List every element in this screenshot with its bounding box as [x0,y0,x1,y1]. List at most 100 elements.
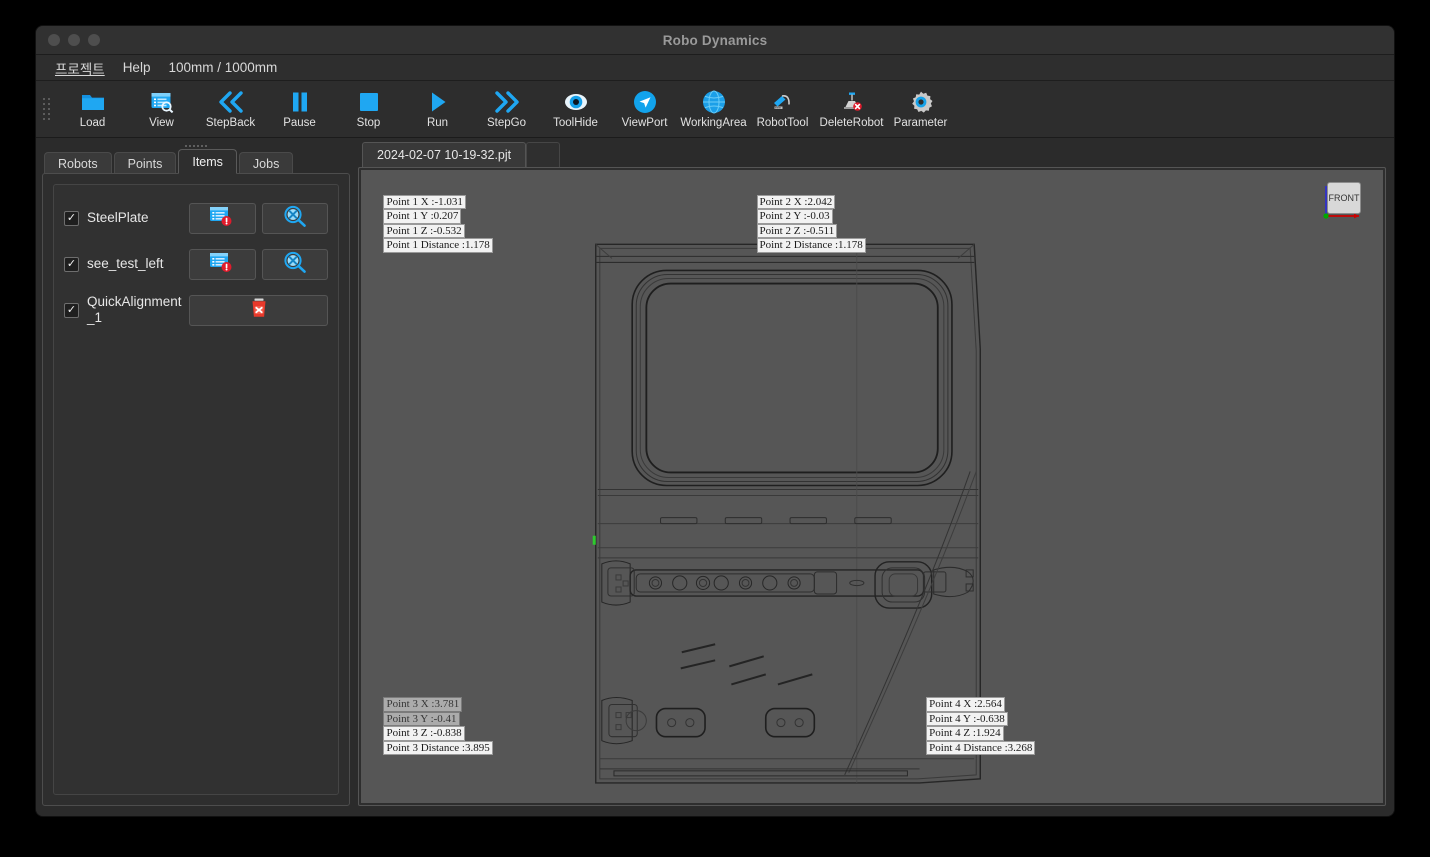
item-inspect-button[interactable] [261,248,328,280]
viewport-label: ViewPort [621,116,668,129]
deleterobot-button[interactable]: DeleteRobot [817,83,886,135]
viewport-pane: 2024-02-07 10-19-32.pjt Point 1 X:-1.03… [356,138,1394,816]
parameter-label: Parameter [893,116,948,129]
viewport-frame: Point 1 X :-1.031 Point 1 Y :0.207 Point… [358,167,1386,806]
point-4-distance: Point 4 Distance :3.268 [926,740,1036,756]
point-4-callout: Point 4 X :2.564 Point 4 Y :-0.638 Point… [926,697,1036,756]
document-tabstrip: 2024-02-07 10-19-32.pjt [358,142,1386,167]
tab-items[interactable]: Items [178,149,237,174]
item-list: ✓ SteelPlate ✓ see_test_left ✓ QuickAlig… [53,184,339,795]
maximize-button[interactable] [88,34,100,46]
point-2-x: Point 2 X :2.042 [756,194,836,210]
stop-label: Stop [356,116,381,129]
parameter-button[interactable]: Parameter [886,83,955,135]
window-search-icon [150,90,174,114]
point-4-x: Point 4 X :2.564 [926,697,1005,712]
document-tab[interactable]: 2024-02-07 10-19-32.pjt [362,142,527,167]
gear-icon [909,90,933,114]
point-1-y: Point 1 Y :0.207 [383,209,462,224]
point-3-distance: Point 3 Distance :3.895 [383,740,493,756]
point-4-z: Point 4 Z :1.924 [926,726,1004,741]
point-1-distance: Point 1 Distance :1.178 [383,238,493,253]
menu-project[interactable]: 프로젝트 [46,56,114,80]
item-properties-button[interactable] [189,202,256,234]
cad-viewport[interactable]: Point 1 X :-1.031 Point 1 Y :0.207 Point… [361,170,1383,803]
item-checkbox-quickalignment-1[interactable]: ✓ [64,302,79,318]
robottool-button[interactable]: RobotTool [748,83,817,135]
pause-button[interactable]: Pause [265,83,334,135]
pause-icon [290,90,310,114]
close-button[interactable] [48,34,60,46]
tab-jobs[interactable]: Jobs [238,152,294,174]
window-controls [48,34,100,46]
run-button[interactable]: Run [403,83,472,135]
point-1-z: Point 1 Z :-0.532 [383,223,465,239]
properties-alert-icon [209,251,235,278]
point-2-callout: Point 2 X :2.042 Point 2 Y :-0.03 Point … [756,194,866,253]
magnifier-target-icon [283,205,307,232]
point-1-callout: Point 1 X :-1.031 Point 1 Y :0.207 Point… [383,194,493,253]
menu-grid-scale[interactable]: 100mm / 1000mm [159,58,286,77]
load-label: Load [79,116,106,129]
viewport-button[interactable]: ViewPort [610,83,679,135]
main-toolbar: Load View StepBack Pause Stop Run StepGo… [36,81,1394,138]
deleterobot-label: DeleteRobot [819,116,884,129]
run-label: Run [426,116,449,129]
item-inspect-button[interactable] [261,202,328,234]
double-chevron-right-icon [494,90,520,114]
point-2-y: Point 2 Y :-0.03 [756,209,833,224]
item-actions [189,294,328,326]
point-1-x: Point 1 X :-1.031 [383,194,466,210]
point-3-z: Point 3 Z :-0.838 [383,726,465,741]
point-2-z: Point 2 Z :-0.511 [756,223,838,239]
items-tab-panel: ✓ SteelPlate ✓ see_test_left ✓ QuickAlig… [42,173,350,806]
item-delete-button[interactable] [189,294,328,326]
point-3-callout: Point 3 X :3.781 Point 3 Y :-0.41 Point … [383,697,493,756]
document-tab-empty[interactable] [526,142,561,167]
stop-button[interactable]: Stop [334,83,403,135]
sidebar-tabstrip: Robots Points Items Jobs [42,149,350,174]
main-content: Robots Points Items Jobs ✓ SteelPlate ✓ … [36,138,1394,816]
delete-trash-icon [249,297,269,324]
stepgo-label: StepGo [487,116,526,129]
robottool-label: RobotTool [756,116,809,129]
double-chevron-left-icon [218,90,244,114]
item-label-quickalignment-1: QuickAlignment_1 [87,294,182,325]
properties-alert-icon [209,205,235,232]
menu-help[interactable]: Help [114,58,160,77]
point-2-distance: Point 2 Distance :1.178 [756,238,866,253]
toolbar-drag-handle[interactable] [42,96,52,122]
item-actions [189,202,328,234]
item-checkbox-see-test-left[interactable]: ✓ [64,256,79,272]
tab-robots[interactable]: Robots [44,152,112,174]
view-cube[interactable]: FRONT [1319,180,1363,224]
list-item: ✓ see_test_left [64,243,328,285]
view-label: View [149,116,174,129]
stepback-button[interactable]: StepBack [196,83,265,135]
workingarea-label: WorkingArea [680,116,747,129]
stepgo-button[interactable]: StepGo [472,83,541,135]
list-item: ✓ SteelPlate [64,197,328,239]
window-title: Robo Dynamics [662,32,768,48]
minimize-button[interactable] [68,34,80,46]
point-4-y: Point 4 Y :-0.638 [926,711,1008,727]
play-icon [428,90,448,114]
eye-icon [564,90,588,114]
toolhide-button[interactable]: ToolHide [541,83,610,135]
cad-wireframe [592,243,981,784]
application-window: Robo Dynamics 프로젝트 Help 100mm / 1000mm L… [36,26,1394,816]
magnifier-target-icon [283,251,307,278]
view-cube-label[interactable]: FRONT [1327,182,1361,214]
navigation-arrow-icon [633,90,657,114]
view-button[interactable]: View [127,83,196,135]
folder-icon [81,90,105,114]
robot-tool-icon [770,90,796,114]
stop-square-icon [358,90,380,114]
splitter-handle[interactable] [42,142,350,149]
workingarea-button[interactable]: WorkingArea [679,83,748,135]
stepback-label: StepBack [205,116,256,129]
load-button[interactable]: Load [58,83,127,135]
item-checkbox-steelplate[interactable]: ✓ [64,210,79,226]
item-properties-button[interactable] [189,248,256,280]
tab-points[interactable]: Points [113,152,177,174]
